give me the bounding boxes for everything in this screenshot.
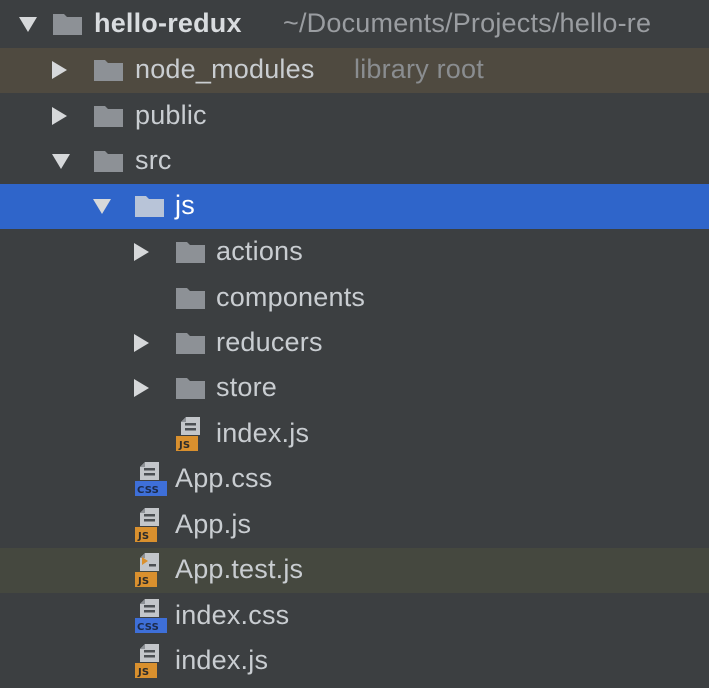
- tree-item-label: store: [216, 372, 278, 402]
- tree-item-label: App.test.js: [175, 554, 304, 584]
- js-file-icon: JS: [134, 507, 164, 543]
- js-file-icon: JS: [175, 416, 205, 452]
- svg-text:JS: JS: [137, 667, 149, 678]
- folder-icon: [175, 376, 206, 400]
- tree-item-label: public: [135, 100, 207, 130]
- expand-arrow-icon[interactable]: [134, 243, 149, 261]
- tree-item-label: index.js: [175, 645, 269, 675]
- collapse-arrow-icon[interactable]: [19, 17, 37, 32]
- collapse-arrow-icon[interactable]: [52, 154, 70, 169]
- css-file-icon: CSS: [134, 598, 168, 634]
- tree-row-app-test-js[interactable]: JS App.test.js: [0, 548, 709, 593]
- expand-arrow-icon[interactable]: [134, 334, 149, 352]
- tree-item-label: actions: [216, 236, 303, 266]
- expand-arrow-icon[interactable]: [52, 107, 67, 125]
- svg-text:JS: JS: [137, 531, 149, 542]
- tree-row-app-js[interactable]: JS App.js: [0, 503, 709, 548]
- tree-item-label: index.js: [216, 418, 310, 448]
- expand-arrow-icon[interactable]: [134, 379, 149, 397]
- tree-item-label: components: [216, 282, 366, 312]
- tree-row-actions[interactable]: actions: [0, 230, 709, 275]
- tree-row-project-root[interactable]: hello-redux ~/Documents/Projects/hello-r…: [0, 2, 709, 47]
- svg-text:JS: JS: [137, 576, 149, 587]
- folder-icon: [93, 104, 124, 128]
- tree-item-label: node_modules: [135, 54, 315, 84]
- tree-item-label: App.css: [175, 463, 273, 493]
- svg-text:CSS: CSS: [137, 485, 159, 496]
- tree-row-index-css[interactable]: CSS index.css: [0, 594, 709, 639]
- tree-row-app-css[interactable]: CSS App.css: [0, 457, 709, 502]
- tree-row-store[interactable]: store: [0, 366, 709, 411]
- collapse-arrow-icon[interactable]: [93, 199, 111, 214]
- svg-text:CSS: CSS: [137, 622, 159, 633]
- js-file-icon: JS: [134, 643, 164, 679]
- tree-item-label: src: [135, 145, 172, 175]
- tree-item-label: reducers: [216, 327, 323, 357]
- library-root-hint: library root: [354, 54, 484, 84]
- folder-icon: [134, 194, 165, 218]
- tree-item-label: js: [175, 190, 195, 220]
- folder-icon: [93, 58, 124, 82]
- project-path: ~/Documents/Projects/hello-re: [283, 8, 652, 38]
- folder-icon: [52, 12, 83, 36]
- project-name: hello-redux: [94, 8, 242, 38]
- tree-row-components[interactable]: components: [0, 276, 709, 321]
- tree-row-js-index[interactable]: JS index.js: [0, 412, 709, 457]
- svg-text:JS: JS: [178, 440, 190, 451]
- folder-icon: [175, 286, 206, 310]
- tree-row-src[interactable]: src: [0, 139, 709, 184]
- tree-row-public[interactable]: public: [0, 94, 709, 139]
- css-file-icon: CSS: [134, 461, 168, 497]
- project-tree: hello-redux ~/Documents/Projects/hello-r…: [0, 0, 709, 688]
- folder-icon: [175, 240, 206, 264]
- folder-icon: [93, 149, 124, 173]
- folder-icon: [175, 331, 206, 355]
- tree-row-reducers[interactable]: reducers: [0, 321, 709, 366]
- tree-row-node-modules[interactable]: node_modules library root: [0, 48, 709, 93]
- tree-row-js[interactable]: js: [0, 184, 709, 229]
- expand-arrow-icon[interactable]: [52, 61, 67, 79]
- tree-item-label: App.js: [175, 509, 252, 539]
- tree-row-index-js[interactable]: JS index.js: [0, 639, 709, 684]
- tree-item-label: index.css: [175, 600, 290, 630]
- js-test-file-icon: JS: [134, 552, 164, 588]
